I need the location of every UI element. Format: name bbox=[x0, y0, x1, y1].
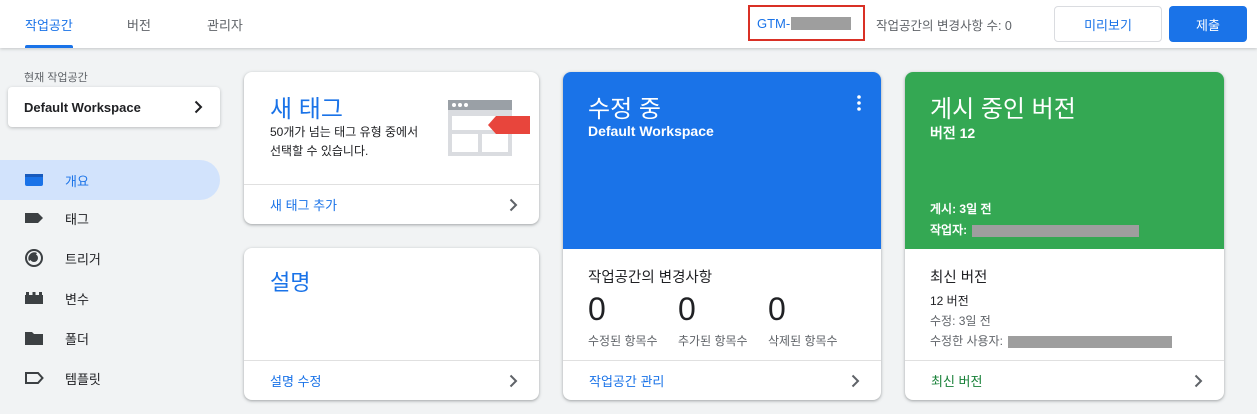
new-tag-card: 새 태그 50개가 넘는 태그 유형 중에서 선택할 수 있습니다. 새 태그 … bbox=[244, 72, 539, 224]
deleted-label: 삭제된 항목수 bbox=[768, 334, 838, 348]
workspace-name: Default Workspace bbox=[24, 99, 141, 115]
published-author: 작업자: bbox=[930, 221, 1140, 238]
sidebar-item-variables[interactable]: 변수 bbox=[0, 278, 220, 318]
chevron-right-icon bbox=[509, 198, 518, 212]
published-version-card: 게시 중인 버전 버전 12 게시: 3일 전 작업자: 최신 버전 12 버전… bbox=[905, 72, 1224, 400]
trigger-icon bbox=[25, 249, 43, 267]
manage-workspaces-link[interactable]: 작업공간 관리 bbox=[563, 360, 881, 400]
sidebar-item-label: 템플릿 bbox=[65, 371, 101, 387]
new-tag-title: 새 태그 bbox=[270, 96, 343, 123]
overview-icon bbox=[25, 174, 43, 186]
chevron-right-icon bbox=[194, 100, 203, 114]
footer-label: 새 태그 추가 bbox=[270, 198, 338, 213]
added-count: 0 bbox=[678, 291, 696, 327]
add-new-tag-link[interactable]: 새 태그 추가 bbox=[244, 184, 539, 224]
added-label: 추가된 항목수 bbox=[678, 334, 748, 348]
description-card: 설명 설명 수정 bbox=[244, 248, 539, 400]
container-id-redacted bbox=[791, 16, 852, 30]
footer-label: 최신 버전 bbox=[931, 374, 983, 389]
sidebar-item-label: 개요 bbox=[65, 173, 89, 189]
more-vert-icon[interactable] bbox=[857, 95, 861, 111]
template-icon bbox=[25, 372, 44, 384]
editing-workspace-name: Default Workspace bbox=[588, 123, 714, 139]
description-title: 설명 bbox=[270, 270, 311, 295]
new-tag-description: 50개가 넘는 태그 유형 중에서 선택할 수 있습니다. bbox=[270, 125, 419, 158]
sidebar-item-label: 폴더 bbox=[65, 331, 89, 347]
editing-workspace-card: 수정 중 Default Workspace 작업공간의 변경사항 0 0 0 … bbox=[563, 72, 881, 400]
modified-by-label: 수정한 사용자: bbox=[930, 334, 1003, 348]
container-id[interactable]: GTM- bbox=[748, 5, 865, 41]
sidebar-item-label: 트리거 bbox=[65, 251, 101, 267]
current-workspace-label: 현재 작업공간 bbox=[24, 72, 88, 84]
deleted-count: 0 bbox=[768, 291, 786, 327]
sidebar-item-folders[interactable]: 폴더 bbox=[0, 318, 220, 358]
tag-illustration-icon bbox=[448, 100, 530, 156]
sidebar-item-label: 변수 bbox=[65, 291, 89, 307]
sidebar-item-tags[interactable]: 태그 bbox=[0, 198, 220, 238]
chevron-right-icon bbox=[851, 374, 860, 388]
tab-versions[interactable]: 버전 bbox=[127, 0, 151, 48]
sidebar-item-label: 태그 bbox=[65, 211, 89, 227]
chevron-right-icon bbox=[1194, 374, 1203, 388]
author-label: 작업자: bbox=[930, 223, 968, 237]
footer-label: 설명 수정 bbox=[270, 374, 322, 389]
edit-description-link[interactable]: 설명 수정 bbox=[244, 360, 539, 400]
author-redacted bbox=[972, 224, 1140, 237]
footer-label: 작업공간 관리 bbox=[589, 374, 665, 389]
latest-version-number: 12 버전 bbox=[930, 294, 969, 308]
modified-label: 수정된 항목수 bbox=[588, 334, 658, 348]
preview-button[interactable]: 미리보기 bbox=[1054, 6, 1162, 42]
published-version: 버전 12 bbox=[930, 125, 976, 141]
variable-icon bbox=[25, 292, 43, 304]
latest-version-link[interactable]: 최신 버전 bbox=[905, 360, 1224, 400]
tag-icon bbox=[25, 213, 43, 223]
latest-modified-by: 수정한 사용자: bbox=[930, 332, 1173, 349]
chevron-right-icon bbox=[509, 374, 518, 388]
sidebar-item-templates[interactable]: 템플릿 bbox=[0, 358, 220, 398]
tab-admin[interactable]: 관리자 bbox=[207, 0, 243, 48]
published-ago: 게시: 3일 전 bbox=[930, 202, 992, 216]
modified-by-redacted bbox=[1008, 335, 1173, 348]
editing-title: 수정 중 bbox=[588, 96, 661, 123]
latest-modified: 수정: 3일 전 bbox=[930, 314, 991, 328]
latest-version-title: 최신 버전 bbox=[930, 270, 988, 286]
sidebar-item-overview[interactable]: 개요 bbox=[0, 160, 220, 200]
folder-icon bbox=[25, 332, 43, 345]
workspace-changes-title: 작업공간의 변경사항 bbox=[588, 270, 713, 286]
top-app-bar: 작업공간 버전 관리자 GTM- 작업공간의 변경사항 수: 0 미리보기 제출 bbox=[0, 0, 1257, 48]
tab-workspace[interactable]: 작업공간 bbox=[25, 0, 73, 48]
container-id-prefix: GTM- bbox=[757, 15, 791, 31]
workspace-changes-count: 작업공간의 변경사항 수: 0 bbox=[876, 18, 1012, 33]
submit-button[interactable]: 제출 bbox=[1169, 6, 1247, 42]
workspace-selector[interactable]: Default Workspace bbox=[8, 87, 220, 127]
sidebar-item-triggers[interactable]: 트리거 bbox=[0, 238, 220, 278]
modified-count: 0 bbox=[588, 291, 606, 327]
published-title: 게시 중인 버전 bbox=[930, 96, 1076, 123]
